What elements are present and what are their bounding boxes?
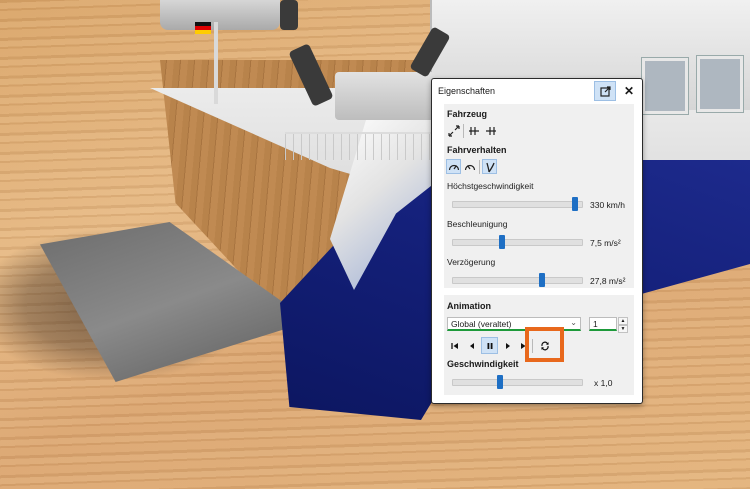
acceleration-slider[interactable]	[452, 235, 583, 249]
speed-mode-alt-button[interactable]	[462, 159, 477, 174]
couple-left-button[interactable]	[466, 123, 481, 138]
pause-button[interactable]	[481, 337, 498, 354]
animation-count-input[interactable]: 1	[589, 317, 617, 331]
acceleration-label: Beschleunigung	[447, 219, 508, 229]
deceleration-label: Verzögerung	[447, 257, 496, 267]
slider-thumb[interactable]	[572, 197, 578, 211]
speed-mode-button[interactable]	[446, 159, 461, 174]
pause-icon	[487, 342, 492, 349]
deck-cabin	[335, 72, 435, 120]
slider-thumb[interactable]	[497, 375, 503, 389]
step-back-button[interactable]	[464, 338, 479, 353]
popout-button[interactable]	[594, 81, 616, 101]
couple-right-icon	[485, 126, 496, 135]
slider-thumb[interactable]	[539, 273, 545, 287]
play-button[interactable]	[500, 338, 515, 353]
stepper-down-icon[interactable]: ▼	[618, 325, 628, 333]
flag-pole	[214, 22, 218, 104]
max-speed-value: 330 km/h	[590, 200, 625, 210]
toolbar-separator	[479, 160, 480, 174]
behavior-header: Fahrverhalten	[447, 145, 507, 155]
speedometer-icon	[448, 164, 459, 170]
ship-window	[696, 55, 744, 113]
german-flag	[195, 22, 211, 34]
play-icon	[505, 342, 510, 349]
animation-speed-value: x 1,0	[594, 378, 613, 388]
vehicle-header: Fahrzeug	[447, 109, 488, 119]
close-button[interactable]: ✕	[618, 81, 640, 101]
deceleration-slider[interactable]	[452, 273, 583, 287]
curve-icon	[485, 162, 495, 172]
animation-mode-value: Global (veraltet)	[451, 319, 512, 329]
highlight-box	[525, 327, 564, 362]
popout-icon	[599, 85, 611, 97]
couple-left-icon	[468, 126, 479, 135]
animation-header: Animation	[447, 301, 491, 311]
skip-start-icon	[450, 342, 458, 349]
max-speed-label: Höchstgeschwindigkeit	[447, 181, 534, 191]
vehicle-section: Fahrzeug Fahrverhalten Höchstgeschwindig…	[444, 104, 634, 288]
ship-window	[641, 57, 689, 115]
couple-right-button[interactable]	[483, 123, 498, 138]
animation-count-value: 1	[593, 319, 598, 329]
expand-button[interactable]	[446, 123, 461, 138]
speed-header: Geschwindigkeit	[447, 359, 519, 369]
max-speed-slider[interactable]	[452, 197, 583, 211]
close-icon: ✕	[623, 84, 635, 98]
skip-start-button[interactable]	[447, 338, 462, 353]
toolbar-separator	[463, 124, 464, 138]
chevron-down-icon: ⌄	[570, 318, 577, 327]
slider-thumb[interactable]	[499, 235, 505, 249]
step-back-icon	[469, 342, 474, 349]
ship-mast-base	[160, 0, 280, 30]
animation-count-stepper[interactable]: ▲ ▼	[618, 317, 628, 333]
ship-railing	[285, 132, 435, 160]
speedometer-alt-icon	[464, 164, 475, 170]
animation-speed-slider[interactable]	[452, 375, 583, 389]
deceleration-value: 27,8 m/s²	[590, 276, 626, 286]
acceleration-value: 7,5 m/s²	[590, 238, 621, 248]
stepper-up-icon[interactable]: ▲	[618, 317, 628, 325]
panel-title: Eigenschaften	[438, 86, 496, 96]
curve-mode-button[interactable]	[482, 159, 497, 174]
ventilation-duct	[280, 0, 298, 30]
expand-icon	[447, 124, 460, 137]
